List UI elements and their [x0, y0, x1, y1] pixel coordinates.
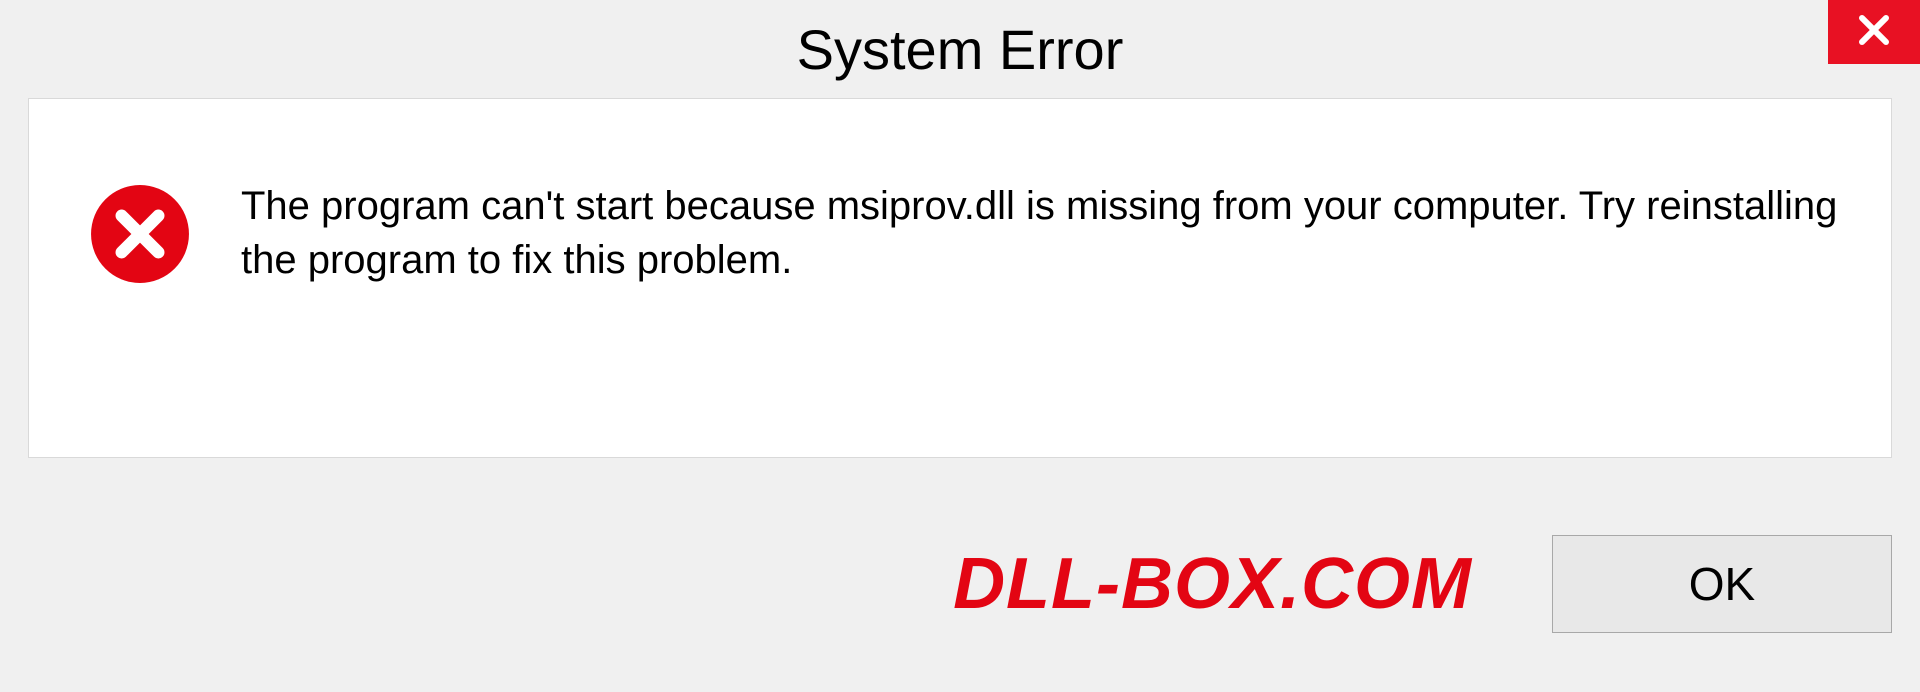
content-panel: The program can't start because msiprov.… [28, 98, 1892, 458]
dialog-title: System Error [797, 17, 1124, 82]
error-icon [89, 183, 191, 290]
title-bar: System Error [0, 0, 1920, 98]
footer-area: DLL-BOX.COM OK [28, 504, 1892, 664]
close-button[interactable] [1828, 0, 1920, 64]
watermark-text: DLL-BOX.COM [953, 543, 1472, 625]
close-icon [1856, 12, 1892, 53]
error-message: The program can't start because msiprov.… [241, 159, 1851, 287]
ok-button[interactable]: OK [1552, 535, 1892, 633]
